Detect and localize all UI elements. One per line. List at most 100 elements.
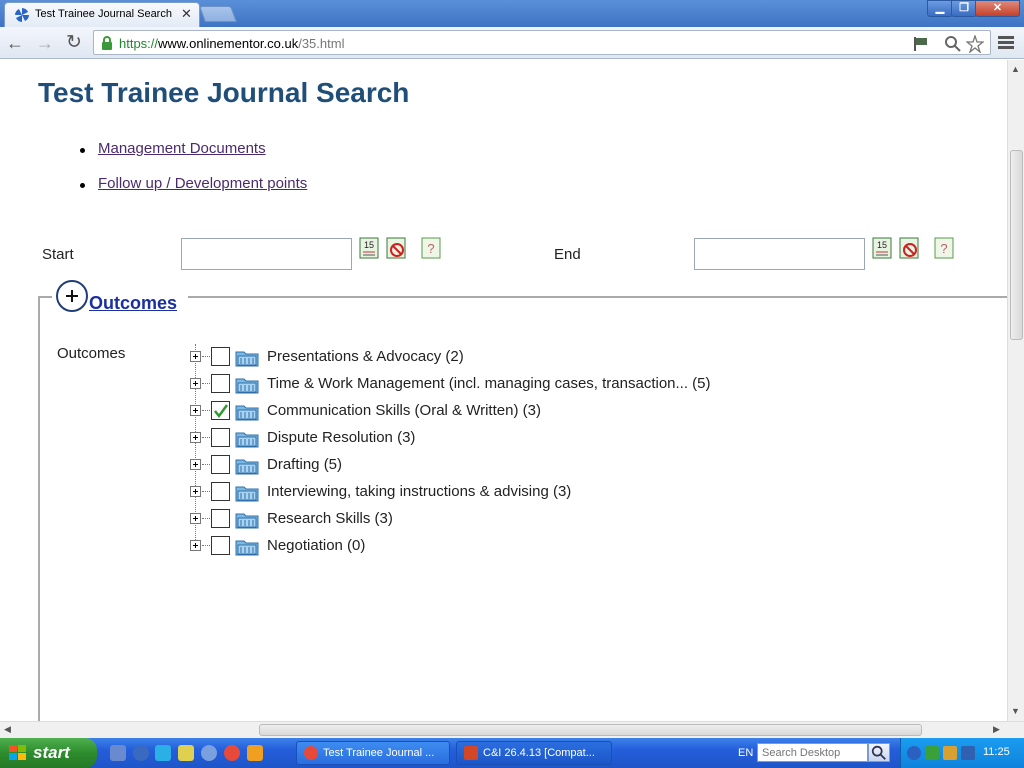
folder-icon [235,378,259,394]
outcome-checkbox[interactable] [211,482,230,501]
language-indicator[interactable]: EN [738,747,753,759]
tree-expand-icon[interactable] [190,378,201,389]
forward-arrow-icon[interactable]: → [34,32,56,54]
outcome-label[interactable]: Interviewing, taking instructions & advi… [267,483,571,500]
tray-app-icon[interactable] [961,746,975,760]
folder-icon [235,351,259,367]
tray-volume-icon[interactable] [943,746,957,760]
folder-icon [235,486,259,502]
window-minimize-button[interactable]: ▁ [927,0,953,17]
tab-title: Test Trainee Journal Search [35,8,172,20]
management-documents-link[interactable]: Management Documents [98,140,266,157]
quicklaunch-picasa-icon[interactable] [178,745,194,761]
taskbar-item-powerpoint[interactable]: C&I 26.4.13 [Compat... [456,741,612,765]
outcome-checkbox[interactable] [211,536,230,555]
scroll-down-icon[interactable]: ▼ [1011,706,1020,716]
desktop-search-input[interactable] [757,743,868,762]
page-title: Test Trainee Journal Search [38,77,410,108]
outcome-checkbox[interactable] [211,374,230,393]
zoom-icon[interactable] [944,35,962,53]
outcome-label[interactable]: Presentations & Advocacy (2) [267,348,464,365]
back-arrow-icon[interactable]: ← [4,32,26,54]
tray-network-icon[interactable] [925,746,939,760]
scroll-up-icon[interactable]: ▲ [1011,64,1020,74]
list-item: Follow up / Development points [80,175,307,210]
outcome-checkbox[interactable] [211,401,230,420]
svg-text:?: ? [940,241,947,256]
tree-expand-icon[interactable] [190,459,201,470]
flag-icon[interactable] [912,35,930,53]
outcome-checkbox[interactable] [211,347,230,366]
help-icon[interactable]: ? [421,237,441,259]
tree-expand-icon[interactable] [190,405,201,416]
quicklaunch-browser-icon[interactable] [155,745,171,761]
site-favicon-icon [15,8,29,22]
tree-expand-icon[interactable] [190,540,201,551]
quicklaunch-media-icon[interactable] [133,745,149,761]
tab-strip: Test Trainee Journal Search ✕ ▁ ❐ ✕ [0,0,1024,27]
tab-close-icon[interactable]: ✕ [181,6,192,22]
start-label: Start [42,246,74,263]
lock-icon [102,36,112,50]
folder-icon [235,432,259,448]
svg-text:?: ? [427,241,434,256]
clear-date-icon[interactable] [899,237,919,259]
tree-expand-icon[interactable] [190,432,201,443]
scroll-right-icon[interactable]: ▶ [993,724,1000,735]
scroll-left-icon[interactable]: ◀ [4,724,11,735]
quicklaunch-app-icon[interactable] [201,745,217,761]
clear-date-icon[interactable] [386,237,406,259]
end-label: End [554,246,581,263]
outcome-label[interactable]: Drafting (5) [267,456,342,473]
folder-icon [235,513,259,529]
outcome-label[interactable]: Research Skills (3) [267,510,393,527]
help-icon[interactable]: ? [934,237,954,259]
address-url: https://www.onlinementor.co.uk/35.html [119,36,345,51]
outcome-checkbox[interactable] [211,428,230,447]
reload-icon[interactable]: ↻ [63,32,85,54]
browser-tab[interactable]: Test Trainee Journal Search ✕ [4,2,200,27]
horizontal-scroll-thumb[interactable] [259,724,922,736]
tray-chevron-icon[interactable] [907,746,921,760]
bookmark-star-icon[interactable] [966,35,984,53]
outcomes-legend-link[interactable]: Outcomes [89,293,177,314]
horizontal-scrollbar[interactable]: ◀ ▶ [0,721,1024,738]
search-icon[interactable] [868,743,890,762]
calendar-icon[interactable]: 15 [359,237,379,259]
outcomes-fieldset [38,296,1007,721]
taskbar-item-chrome[interactable]: Test Trainee Journal ... [296,741,450,765]
outcome-label[interactable]: Time & Work Management (incl. managing c… [267,375,711,392]
folder-icon [235,540,259,556]
tree-expand-icon[interactable] [190,486,201,497]
end-date-input[interactable] [694,238,865,270]
address-bar[interactable]: https://www.onlinementor.co.uk/35.html [93,30,991,55]
expand-plus-icon[interactable] [56,280,88,312]
window-close-button[interactable]: ✕ [975,0,1020,17]
vertical-scroll-thumb[interactable] [1010,150,1023,340]
quicklaunch-ie-icon[interactable] [110,745,126,761]
quicklaunch-chrome-icon[interactable] [224,745,240,761]
tree-expand-icon[interactable] [190,513,201,524]
quicklaunch-outlook-icon[interactable] [247,745,263,761]
system-tray: 11:25 [900,738,1024,768]
calendar-icon[interactable]: 15 [872,237,892,259]
page-viewport: Test Trainee Journal Search Management D… [0,60,1007,721]
vertical-scrollbar[interactable]: ▲ ▼ [1007,60,1024,721]
folder-icon [235,459,259,475]
tree-expand-icon[interactable] [190,351,201,362]
outcome-label[interactable]: Communication Skills (Oral & Written) (3… [267,402,541,419]
outcome-label[interactable]: Dispute Resolution (3) [267,429,415,446]
outcome-label[interactable]: Negotiation (0) [267,537,365,554]
outcomes-legend[interactable]: Outcomes [52,278,188,318]
outcomes-label: Outcomes [57,345,126,362]
browser-menu-icon[interactable] [998,36,1014,50]
chrome-icon [304,746,318,760]
document-links: Management Documents Follow up / Develop… [80,140,307,210]
outcome-checkbox[interactable] [211,455,230,474]
start-date-input[interactable] [181,238,352,270]
start-button[interactable]: start [0,738,97,768]
new-tab-button[interactable] [199,6,237,22]
outcome-checkbox[interactable] [211,509,230,528]
window-maximize-button[interactable]: ❐ [951,0,977,17]
follow-up-link[interactable]: Follow up / Development points [98,175,307,192]
